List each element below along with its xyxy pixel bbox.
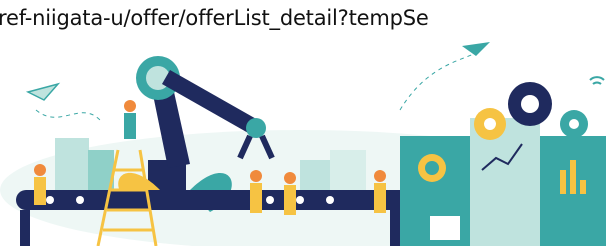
address-bar[interactable]: ref-niigata-u/offer/offerList_detail?tem… [0, 0, 606, 40]
factory-illustration [0, 40, 606, 246]
url-text: ref-niigata-u/offer/offerList_detail?tem… [0, 6, 429, 30]
